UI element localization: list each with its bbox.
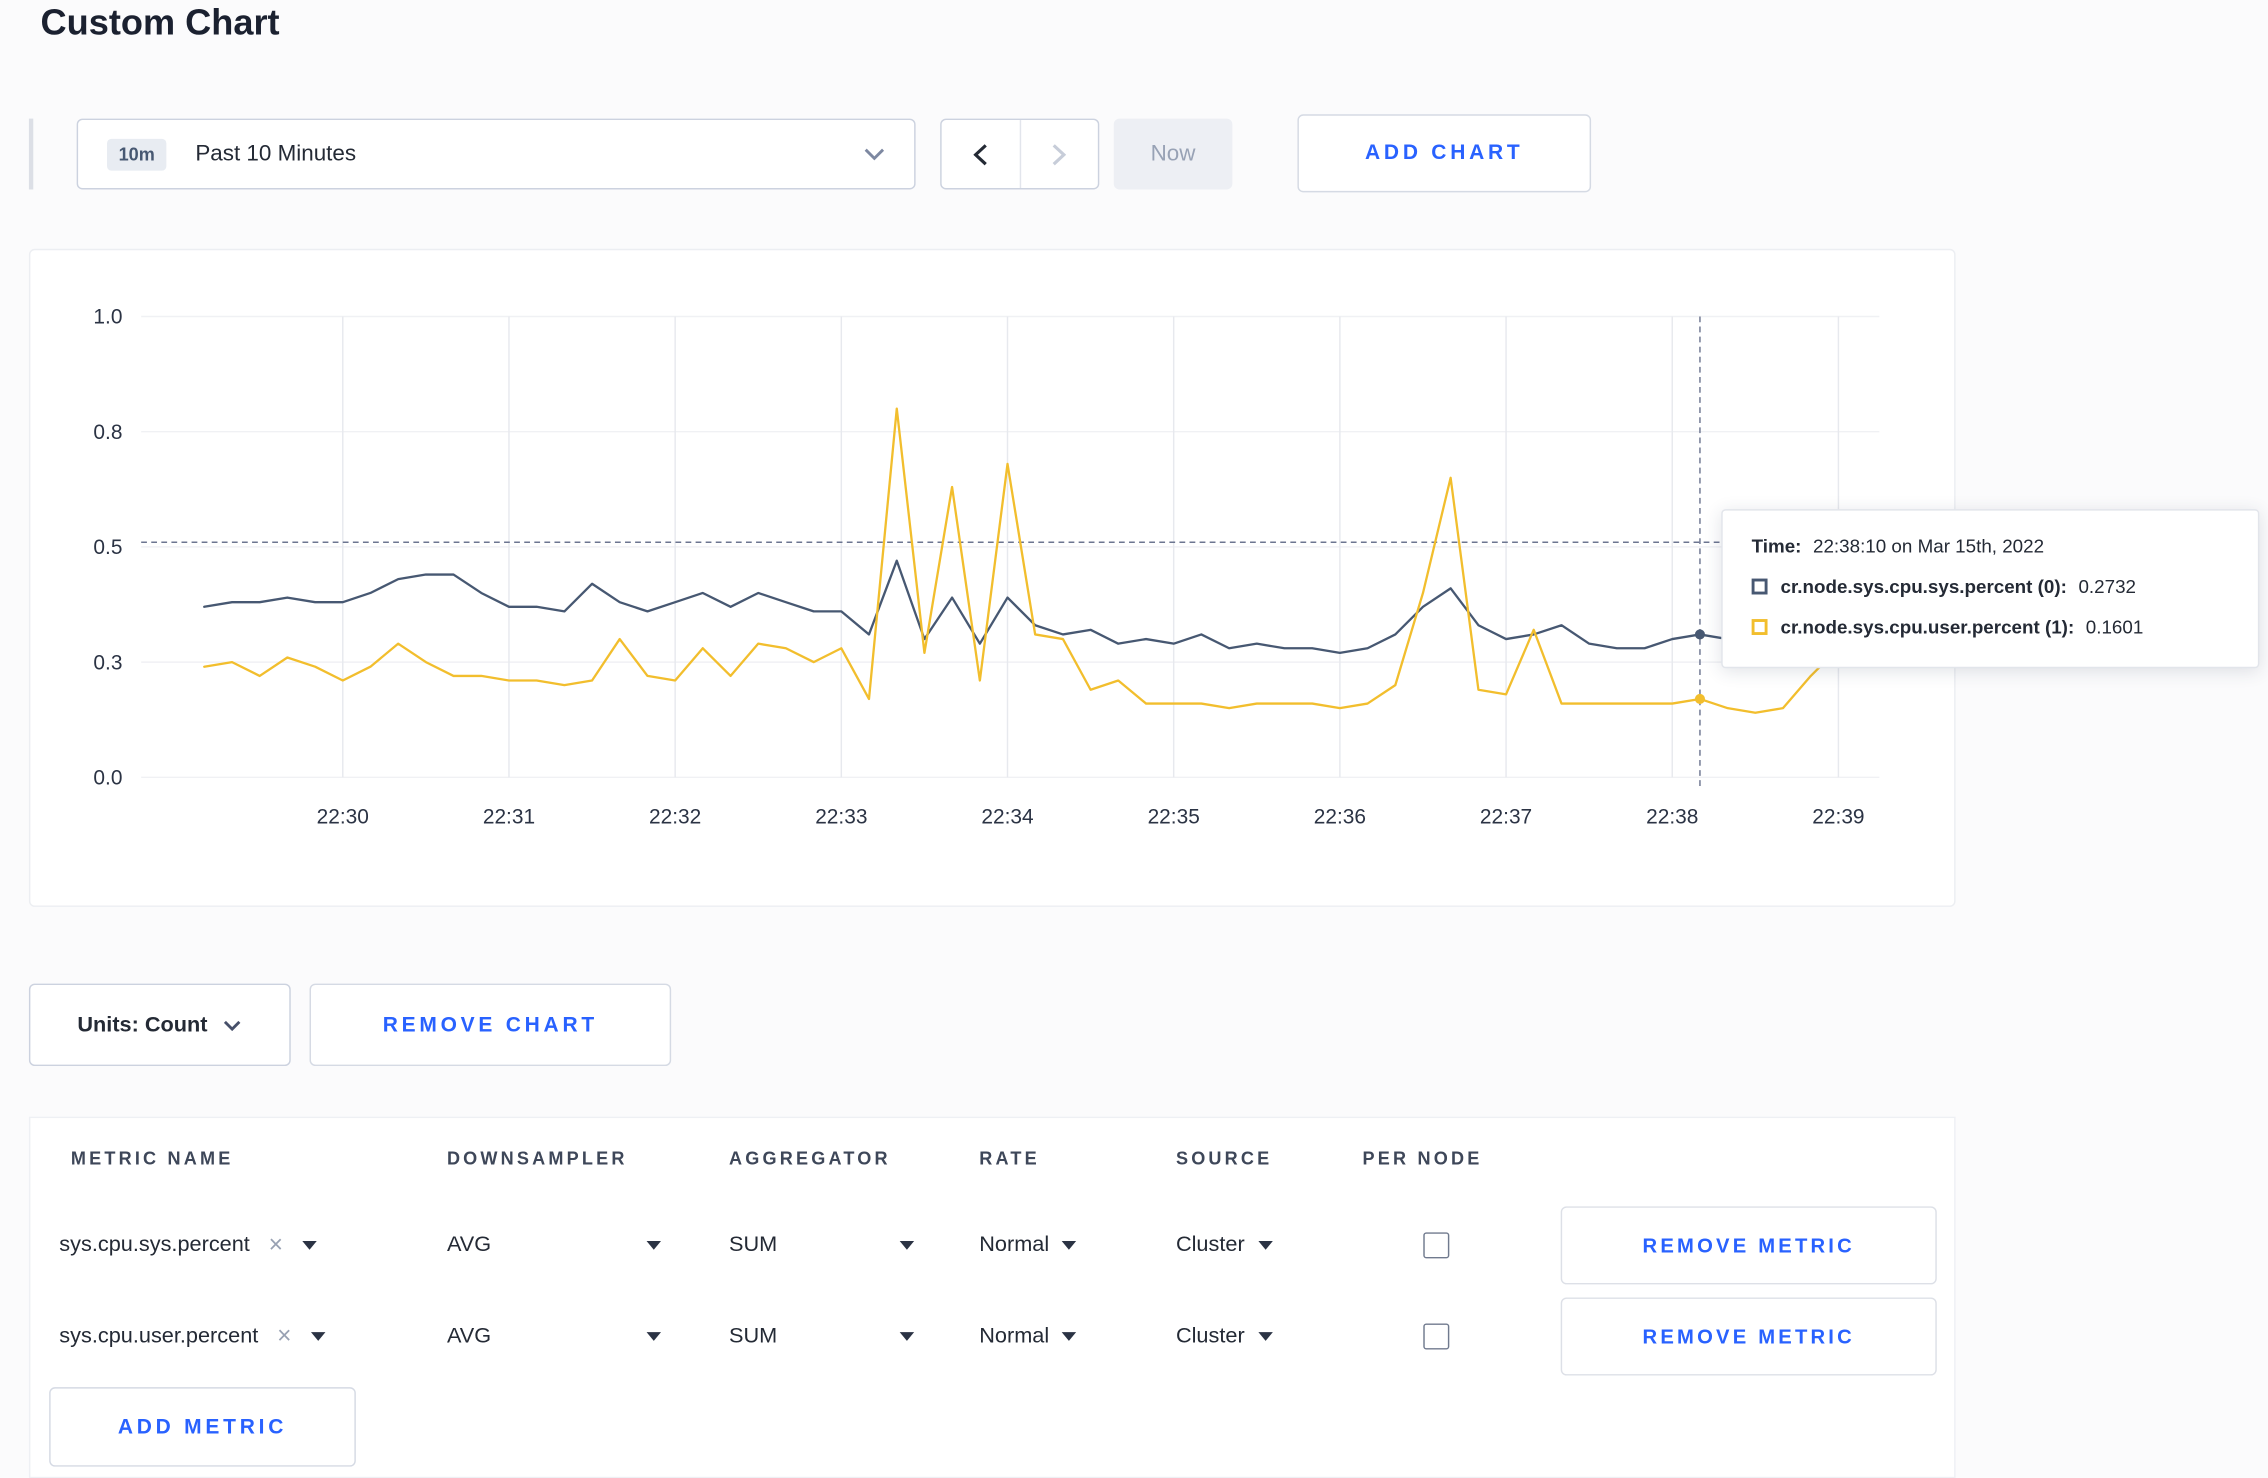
source-select[interactable]: Cluster xyxy=(1175,1232,1273,1257)
toolbar-divider xyxy=(28,118,34,190)
downsampler-value: AVG xyxy=(446,1323,492,1349)
sys-series-swatch-icon xyxy=(1751,578,1768,595)
per-node-checkbox[interactable] xyxy=(1423,1231,1450,1258)
caret-down-icon xyxy=(899,1240,915,1249)
svg-text:22:30: 22:30 xyxy=(317,805,369,828)
caret-down-icon xyxy=(1062,1331,1077,1341)
remove-metric-button[interactable]: REMOVE METRIC xyxy=(1560,1205,1937,1284)
svg-text:0.0: 0.0 xyxy=(93,766,122,789)
source-value: Cluster xyxy=(1175,1232,1245,1257)
tooltip-series-name: cr.node.sys.cpu.user.percent (1): xyxy=(1780,616,2075,638)
rate-value: Normal xyxy=(979,1323,1050,1349)
svg-text:22:39: 22:39 xyxy=(1812,805,1864,828)
header-source: SOURCE xyxy=(1175,1148,1273,1169)
add-chart-button[interactable]: ADD CHART xyxy=(1297,114,1592,193)
chart-card: 22:30 22:31 22:32 22:33 22:34 22:35 22:36 22:37… xyxy=(28,248,1956,907)
time-range-label: Past 10 Minutes xyxy=(195,141,357,166)
per-node-checkbox[interactable] xyxy=(1423,1322,1450,1349)
aggregator-value: SUM xyxy=(729,1323,778,1349)
caret-down-icon xyxy=(1257,1331,1273,1341)
chevron-left-icon xyxy=(973,143,987,165)
header-rate: RATE xyxy=(979,1148,1040,1169)
svg-text:0.5: 0.5 xyxy=(93,536,122,559)
svg-text:22:37: 22:37 xyxy=(1480,805,1532,828)
rate-value: Normal xyxy=(979,1232,1050,1257)
table-row: sys.cpu.user.percent × AVG SUM Normal Cl… xyxy=(30,1290,1954,1381)
svg-text:22:32: 22:32 xyxy=(649,805,701,828)
tooltip-time-label: Time: xyxy=(1751,535,1802,557)
tooltip-time-row: Time: 22:38:10 on Mar 15th, 2022 xyxy=(1752,535,2229,557)
source-value: Cluster xyxy=(1175,1323,1245,1349)
downsampler-value: AVG xyxy=(446,1232,492,1257)
clear-metric-icon[interactable]: × xyxy=(269,1232,283,1257)
custom-chart-page: Custom Chart 10m Past 10 Minutes Now ADD… xyxy=(0,0,2268,1478)
svg-text:0.8: 0.8 xyxy=(93,421,122,444)
svg-text:1.0: 1.0 xyxy=(93,306,122,329)
remove-chart-button[interactable]: REMOVE CHART xyxy=(309,983,672,1067)
caret-down-icon xyxy=(1257,1240,1273,1249)
timeseries-chart[interactable]: 22:30 22:31 22:32 22:33 22:34 22:35 22:36 22:37… xyxy=(30,250,1954,905)
tooltip-time-value: 22:38:10 on Mar 15th, 2022 xyxy=(1813,535,2045,557)
svg-text:0.3: 0.3 xyxy=(93,651,122,674)
chevron-down-icon xyxy=(224,1020,242,1031)
user-series-swatch-icon xyxy=(1751,619,1768,635)
caret-down-icon xyxy=(310,1331,325,1341)
header-metric-name: METRIC NAME xyxy=(70,1148,234,1169)
chevron-right-icon xyxy=(1053,143,1067,165)
table-row: sys.cpu.sys.percent × AVG SUM Normal Clu… xyxy=(30,1199,1954,1290)
header-downsampler: DOWNSAMPLER xyxy=(446,1148,628,1169)
metric-name: sys.cpu.sys.percent xyxy=(59,1232,250,1257)
time-range-badge: 10m xyxy=(107,138,167,170)
metrics-table: METRIC NAME DOWNSAMPLER AGGREGATOR RATE … xyxy=(28,1116,1956,1478)
chart-tooltip: Time: 22:38:10 on Mar 15th, 2022 cr.node… xyxy=(1721,509,2260,669)
time-range-picker[interactable]: 10m Past 10 Minutes xyxy=(76,118,916,190)
rate-select[interactable]: Normal xyxy=(979,1232,1077,1257)
svg-text:22:38: 22:38 xyxy=(1646,805,1698,828)
caret-down-icon xyxy=(1062,1240,1077,1249)
aggregator-select[interactable]: SUM xyxy=(729,1323,915,1349)
metric-name-select[interactable]: sys.cpu.sys.percent × xyxy=(59,1232,317,1257)
add-metric-button[interactable]: ADD METRIC xyxy=(49,1387,356,1467)
metric-name: sys.cpu.user.percent xyxy=(59,1323,259,1349)
header-per-node: PER NODE xyxy=(1362,1148,1483,1169)
page-title: Custom Chart xyxy=(40,2,280,44)
caret-down-icon xyxy=(646,1331,662,1341)
svg-text:22:34: 22:34 xyxy=(981,805,1033,828)
caret-down-icon xyxy=(301,1240,317,1249)
units-label: Units: Count xyxy=(77,1012,208,1038)
svg-text:22:35: 22:35 xyxy=(1148,805,1200,828)
downsampler-select[interactable]: AVG xyxy=(446,1232,662,1257)
tooltip-series-value: 0.2732 xyxy=(2078,575,2136,598)
aggregator-select[interactable]: SUM xyxy=(729,1232,915,1257)
tooltip-series-row: cr.node.sys.cpu.user.percent (1): 0.1601 xyxy=(1751,616,2229,638)
aggregator-value: SUM xyxy=(729,1232,778,1257)
caret-down-icon xyxy=(646,1240,662,1249)
tooltip-series-value: 0.1601 xyxy=(2085,616,2144,638)
tooltip-series-name: cr.node.sys.cpu.sys.percent (0): xyxy=(1780,575,2067,598)
clear-metric-icon[interactable]: × xyxy=(277,1323,291,1348)
tooltip-series-row: cr.node.sys.cpu.sys.percent (0): 0.2732 xyxy=(1751,575,2229,598)
table-header-row: METRIC NAME DOWNSAMPLER AGGREGATOR RATE … xyxy=(30,1118,1954,1199)
svg-text:22:33: 22:33 xyxy=(815,805,867,828)
source-select[interactable]: Cluster xyxy=(1175,1323,1273,1349)
downsampler-select[interactable]: AVG xyxy=(446,1323,662,1349)
chevron-down-icon xyxy=(864,148,885,161)
caret-down-icon xyxy=(899,1331,915,1341)
rate-select[interactable]: Normal xyxy=(979,1323,1077,1349)
header-aggregator: AGGREGATOR xyxy=(729,1148,891,1169)
remove-metric-button[interactable]: REMOVE METRIC xyxy=(1560,1296,1937,1375)
svg-text:22:31: 22:31 xyxy=(483,805,535,828)
units-select[interactable]: Units: Count xyxy=(28,983,291,1067)
svg-text:22:36: 22:36 xyxy=(1314,805,1366,828)
metric-name-select[interactable]: sys.cpu.user.percent × xyxy=(59,1323,325,1349)
time-pager xyxy=(940,118,1100,190)
previous-range-button[interactable] xyxy=(942,120,1019,188)
next-range-button[interactable] xyxy=(1019,120,1098,189)
now-button[interactable]: Now xyxy=(1113,118,1233,190)
